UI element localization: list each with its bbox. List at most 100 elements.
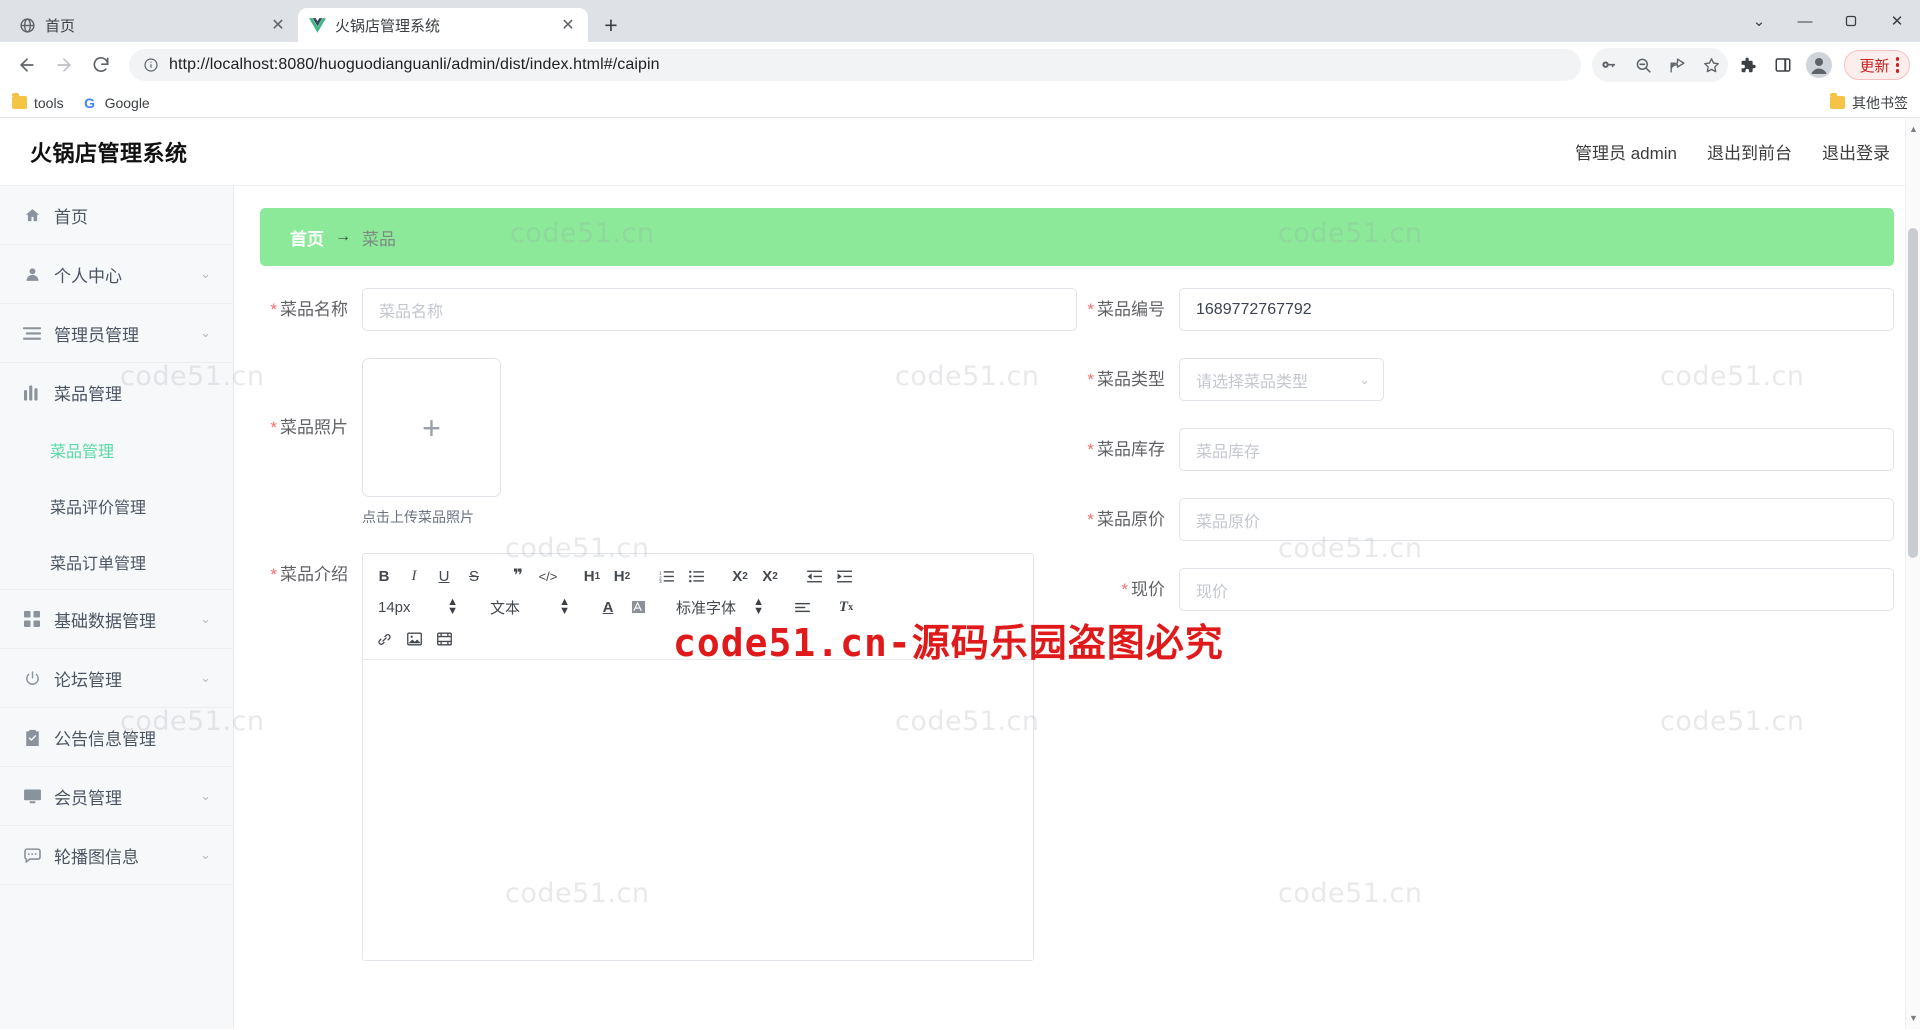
sidebar-item-home[interactable]: 首页 [0, 186, 233, 245]
back-icon[interactable] [10, 48, 44, 82]
breadcrumb-home[interactable]: 首页 [290, 225, 324, 250]
field-label: * 现价 [1077, 568, 1179, 611]
field-label-text: 菜品原价 [1097, 510, 1165, 529]
bookmark-tools[interactable]: tools [12, 93, 64, 111]
sidebar-subitem-dish-review-management[interactable]: 菜品评价管理 [0, 478, 233, 534]
code-block-icon[interactable]: </> [535, 563, 561, 589]
image-icon[interactable] [401, 626, 427, 652]
dish-original-price-input[interactable]: 菜品原价 [1179, 498, 1894, 541]
field-label: * 菜品原价 [1077, 498, 1179, 541]
other-bookmarks[interactable]: 其他书签 [1830, 93, 1908, 113]
browser-tab-2[interactable]: 火锅店管理系统 ✕ [298, 8, 588, 42]
required-asterisk: * [1087, 510, 1094, 529]
field-label-text: 现价 [1131, 580, 1165, 599]
sidebar-item-personal-center[interactable]: 个人中心 ⌄ [0, 245, 233, 304]
profile-icon[interactable] [1802, 48, 1836, 82]
chevron-down-icon: ⌄ [200, 670, 211, 685]
ordered-list-icon[interactable]: 123 [653, 563, 679, 589]
spinner-icon: ▲ ▼ [559, 596, 570, 617]
extensions-icon[interactable] [1730, 48, 1764, 82]
close-icon[interactable]: ✕ [268, 15, 288, 35]
align-icon[interactable] [789, 594, 815, 620]
dish-type-select[interactable]: 请选择菜品类型 ⌄ [1179, 358, 1384, 401]
update-button[interactable]: 更新 [1844, 50, 1910, 80]
font-size-value: 14px [378, 598, 411, 616]
heading-1-icon[interactable]: H1 [579, 563, 605, 589]
close-window-button[interactable]: ✕ [1874, 0, 1920, 42]
scroll-down-arrow-icon[interactable]: ▼ [1909, 1013, 1918, 1023]
editor-content-area[interactable] [363, 660, 1033, 960]
rich-text-editor[interactable]: B I U S ❞ </> H1 H 2 1 2 3 X 2 X 2 14px … [362, 553, 1034, 961]
bold-icon[interactable]: B [371, 563, 397, 589]
sidebar-item-announcement-management[interactable]: 公告信息管理 [0, 708, 233, 767]
outdent-icon[interactable] [801, 563, 827, 589]
sidebar-subitem-dish-management[interactable]: 菜品管理 [0, 422, 233, 478]
sidebar-item-basic-data-management[interactable]: 基础数据管理 ⌄ [0, 590, 233, 649]
field-label: * 菜品类型 [1077, 358, 1179, 401]
minimize-button[interactable]: — [1782, 0, 1828, 42]
italic-icon[interactable]: I [401, 563, 427, 589]
close-icon[interactable]: ✕ [558, 15, 578, 35]
clear-format-icon[interactable]: Tx [833, 594, 859, 620]
more-menu-icon[interactable] [1895, 57, 1899, 73]
video-icon[interactable] [431, 626, 457, 652]
sidebar-subitem-label: 菜品管理 [50, 444, 115, 461]
strikethrough-icon[interactable]: S [461, 563, 487, 589]
indent-icon[interactable] [831, 563, 857, 589]
maximize-button[interactable] [1828, 0, 1874, 42]
application-viewport: 火锅店管理系统 管理员 admin 退出到前台 退出登录 首页 个人中心 ⌄ 管… [0, 118, 1920, 1029]
subscript-icon[interactable]: X2 [727, 563, 753, 589]
scroll-up-arrow-icon[interactable]: ▲ [1909, 124, 1918, 134]
chevron-down-icon[interactable]: ⌄ [1736, 0, 1782, 42]
field-dish-name: * 菜品名称 菜品名称 [260, 288, 1077, 331]
forward-icon[interactable] [47, 48, 81, 82]
text-style-select[interactable]: 文本 ▲ ▼ [484, 594, 576, 620]
sidebar-item-label: 管理员管理 [54, 325, 139, 345]
sidebar-item-carousel-info[interactable]: 轮播图信息 ⌄ [0, 826, 233, 885]
superscript-icon[interactable]: X2 [757, 563, 783, 589]
sidebar-subitem-dish-order-management[interactable]: 菜品订单管理 [0, 534, 233, 590]
sidebar-item-member-management[interactable]: 会员管理 ⌄ [0, 767, 233, 826]
editor-toolbar-row-3 [369, 625, 1027, 653]
bookmark-google[interactable]: G Google [82, 95, 150, 111]
bullet-list-icon[interactable] [683, 563, 709, 589]
dish-form: * 菜品名称 菜品名称 * 菜品照片 + 点击上传菜品照片 * 菜品介绍 B I… [260, 266, 1894, 988]
text-color-icon[interactable]: A [595, 594, 621, 620]
star-icon[interactable] [1694, 48, 1728, 82]
font-size-select[interactable]: 14px ▲ ▼ [372, 594, 464, 620]
sidebar-item-dish-management[interactable]: 菜品管理 [0, 363, 233, 422]
key-icon[interactable] [1592, 48, 1626, 82]
share-icon[interactable] [1660, 48, 1694, 82]
font-family-select[interactable]: 标准字体 ▲ ▼ [670, 594, 770, 620]
sidebar-item-label: 个人中心 [54, 266, 122, 286]
breadcrumb-current: 菜品 [362, 229, 396, 249]
globe-icon [18, 16, 36, 34]
dish-photo-upload-button[interactable]: + [362, 358, 501, 497]
reload-icon[interactable] [84, 48, 118, 82]
highlight-icon[interactable] [625, 594, 651, 620]
scrollbar-thumb[interactable] [1908, 228, 1918, 558]
dish-price-input[interactable]: 现价 [1179, 568, 1894, 611]
link-icon[interactable] [371, 626, 397, 652]
power-icon [22, 670, 42, 687]
blockquote-icon[interactable]: ❞ [505, 563, 531, 589]
dish-code-input[interactable]: 1689772767792 [1179, 288, 1894, 331]
chevron-down-icon: ⌄ [200, 266, 211, 281]
side-panel-icon[interactable] [1766, 48, 1800, 82]
new-tab-button[interactable]: + [594, 8, 628, 42]
heading-2-icon[interactable]: H2 [609, 563, 635, 589]
page-scrollbar[interactable]: ▲ ▼ [1905, 118, 1920, 1029]
exit-to-frontend-link[interactable]: 退出到前台 [1707, 139, 1792, 164]
underline-icon[interactable]: U [431, 563, 457, 589]
zoom-out-icon[interactable] [1626, 48, 1660, 82]
dish-name-input[interactable]: 菜品名称 [362, 288, 1077, 331]
dish-stock-input[interactable]: 菜品库存 [1179, 428, 1894, 471]
app-header-actions: 管理员 admin 退出到前台 退出登录 [1575, 139, 1890, 164]
field-dish-photo: * 菜品照片 + 点击上传菜品照片 [260, 358, 1077, 527]
logout-link[interactable]: 退出登录 [1822, 139, 1890, 164]
sidebar-item-forum-management[interactable]: 论坛管理 ⌄ [0, 649, 233, 708]
omnibox-action-icons [1592, 48, 1729, 82]
address-bar[interactable]: http://localhost:8080/huoguodianguanli/a… [129, 49, 1582, 81]
browser-tab-1[interactable]: 首页 ✕ [8, 8, 298, 42]
sidebar-item-admin-management[interactable]: 管理员管理 ⌄ [0, 304, 233, 363]
